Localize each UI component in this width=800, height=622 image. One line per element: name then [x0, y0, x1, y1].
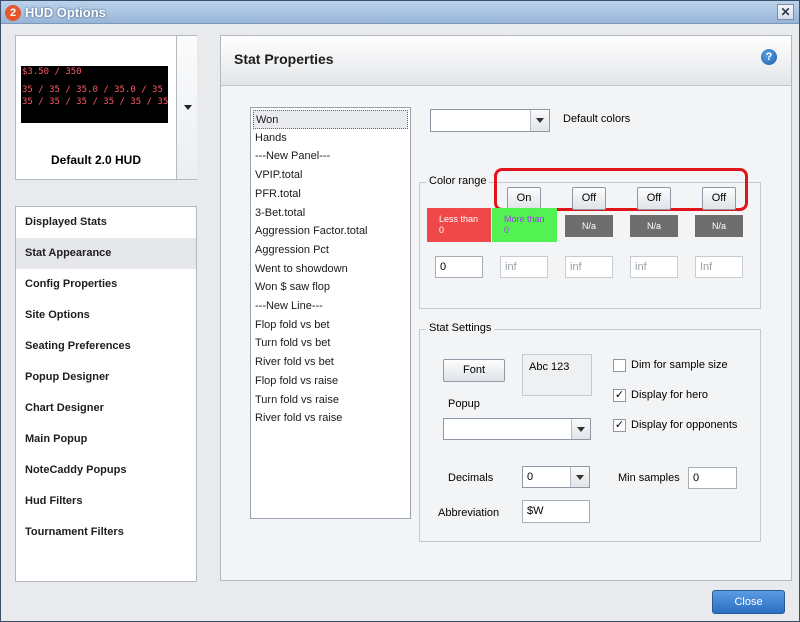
stat-list-item[interactable]: 3-Bet.total: [253, 204, 408, 223]
default-colors-label: Default colors: [563, 113, 631, 125]
nav-item-config-properties[interactable]: Config Properties: [16, 269, 196, 300]
hud-name: Default 2.0 HUD: [50, 153, 142, 167]
hud-preview-line-1: $3.50 / 350: [22, 67, 82, 77]
decimals-select[interactable]: 0: [522, 466, 590, 488]
client-area: $3.50 / 350 35 / 35 / 35.0 / 35.0 / 35 /…: [1, 24, 799, 621]
min-samples-label: Min samples: [618, 472, 680, 484]
dim-for-sample-size-label: Dim for sample size: [631, 359, 728, 371]
hud-selector[interactable]: $3.50 / 350 35 / 35 / 35.0 / 35.0 / 35 /…: [15, 35, 197, 180]
stat-properties-panel: Stat Properties ? Won Hands ---New Panel…: [220, 35, 792, 581]
popup-label: Popup: [448, 398, 480, 410]
decimals-value: 0: [527, 471, 534, 483]
nav-item-main-popup[interactable]: Main Popup: [16, 424, 196, 455]
display-for-opponents-label: Display for opponents: [631, 419, 738, 431]
help-icon[interactable]: ?: [761, 49, 777, 65]
range-value-field[interactable]: Inf: [695, 256, 743, 278]
color-range-label: Color range: [426, 175, 490, 187]
close-button[interactable]: Close: [712, 590, 785, 614]
font-button[interactable]: Font: [443, 359, 505, 382]
stat-list-item[interactable]: ---New Line---: [253, 297, 408, 316]
stat-list-item[interactable]: Hands: [253, 129, 408, 148]
color-swatch-less-than[interactable]: Less than 0: [427, 208, 491, 242]
hud-preview-line-3: 35 / 35 / 35 / 35 / 35 / 35: [22, 97, 168, 107]
stat-settings-label: Stat Settings: [426, 322, 495, 334]
default-colors-select[interactable]: [430, 109, 550, 132]
nav-item-tournament-filters[interactable]: Tournament Filters: [16, 517, 196, 548]
color-range-toggle-2[interactable]: Off: [572, 187, 606, 210]
color-range-toggle-4[interactable]: Off: [702, 187, 736, 210]
app-icon: 2: [5, 5, 21, 21]
color-swatch-more-than[interactable]: More than 0: [492, 208, 557, 242]
title-bar: 2 HUD Options ✕: [1, 1, 799, 24]
popup-dropdown-button[interactable]: [571, 419, 590, 439]
decimals-dropdown-button[interactable]: [570, 467, 589, 487]
stat-list-item[interactable]: Turn fold vs bet: [253, 334, 408, 353]
panel-title: Stat Properties: [234, 51, 334, 67]
nav-item-chart-designer[interactable]: Chart Designer: [16, 393, 196, 424]
swatch-value: 0: [439, 225, 445, 235]
dim-for-sample-size-checkbox[interactable]: [613, 359, 626, 372]
stat-list-item[interactable]: ---New Panel---: [253, 147, 408, 166]
chevron-down-icon: [577, 427, 585, 432]
chevron-down-icon: [576, 475, 584, 480]
hud-dropdown-button[interactable]: [176, 36, 197, 179]
nav-item-displayed-stats[interactable]: Displayed Stats: [16, 207, 196, 238]
options-nav: Displayed Stats Stat Appearance Config P…: [15, 206, 197, 582]
color-range-toggle-1[interactable]: On: [507, 187, 541, 210]
stat-list-item[interactable]: VPIP.total: [253, 166, 408, 185]
min-samples-field[interactable]: 0: [688, 467, 737, 489]
stat-list-item[interactable]: River fold vs raise: [253, 409, 408, 428]
stat-list-item[interactable]: Flop fold vs bet: [253, 316, 408, 335]
stat-list-item[interactable]: Won: [253, 110, 408, 129]
swatch-value: 0: [504, 225, 510, 235]
nav-item-popup-designer[interactable]: Popup Designer: [16, 362, 196, 393]
color-swatch-na[interactable]: N/a: [565, 215, 613, 237]
stat-list-item[interactable]: River fold vs bet: [253, 353, 408, 372]
hud-preview-image: $3.50 / 350 35 / 35 / 35.0 / 35.0 / 35 /…: [21, 66, 168, 123]
range-value-field[interactable]: inf: [500, 256, 548, 278]
panel-header: Stat Properties ?: [221, 36, 791, 86]
stat-list-item[interactable]: Flop fold vs raise: [253, 372, 408, 391]
color-range-toggle-3[interactable]: Off: [637, 187, 671, 210]
range-value-field[interactable]: inf: [565, 256, 613, 278]
stat-list-item[interactable]: Aggression Factor.total: [253, 222, 408, 241]
swatch-text: Less than: [439, 214, 479, 224]
stat-list-item[interactable]: PFR.total: [253, 185, 408, 204]
hud-preview-line-2: 35 / 35 / 35.0 / 35.0 / 35 / 35 / 35: [22, 85, 168, 95]
color-swatch-na[interactable]: N/a: [630, 215, 678, 237]
nav-item-seating-preferences[interactable]: Seating Preferences: [16, 331, 196, 362]
nav-item-hud-filters[interactable]: Hud Filters: [16, 486, 196, 517]
window-title: HUD Options: [25, 5, 106, 20]
swatch-text: More than: [504, 214, 545, 224]
popup-select[interactable]: [443, 418, 591, 440]
color-swatch-na[interactable]: N/a: [695, 215, 743, 237]
window-close-button[interactable]: ✕: [777, 4, 794, 20]
range-value-field[interactable]: inf: [630, 256, 678, 278]
nav-item-stat-appearance[interactable]: Stat Appearance: [16, 238, 196, 269]
chevron-down-icon: [536, 118, 544, 123]
stat-list-item[interactable]: Turn fold vs raise: [253, 391, 408, 410]
stat-list: Won Hands ---New Panel--- VPIP.total PFR…: [250, 107, 411, 519]
abbreviation-field[interactable]: $W: [522, 500, 590, 523]
display-for-hero-label: Display for hero: [631, 389, 709, 401]
display-for-hero-checkbox[interactable]: ✓: [613, 389, 626, 402]
display-for-opponents-checkbox[interactable]: ✓: [613, 419, 626, 432]
nav-item-site-options[interactable]: Site Options: [16, 300, 196, 331]
range-value-field[interactable]: 0: [435, 256, 483, 278]
decimals-label: Decimals: [448, 472, 494, 484]
hud-options-window: 2 HUD Options ✕ $3.50 / 350 35 / 35 / 35…: [0, 0, 800, 622]
default-colors-dropdown-button[interactable]: [530, 110, 549, 131]
stat-list-item[interactable]: Won $ saw flop: [253, 278, 408, 297]
nav-item-notecaddy-popups[interactable]: NoteCaddy Popups: [16, 455, 196, 486]
stat-list-item[interactable]: Went to showdown: [253, 260, 408, 279]
chevron-down-icon: [184, 105, 192, 110]
stat-list-item[interactable]: Aggression Pct: [253, 241, 408, 260]
abbreviation-label: Abbreviation: [438, 507, 500, 519]
font-preview: Abc 123: [522, 354, 592, 396]
